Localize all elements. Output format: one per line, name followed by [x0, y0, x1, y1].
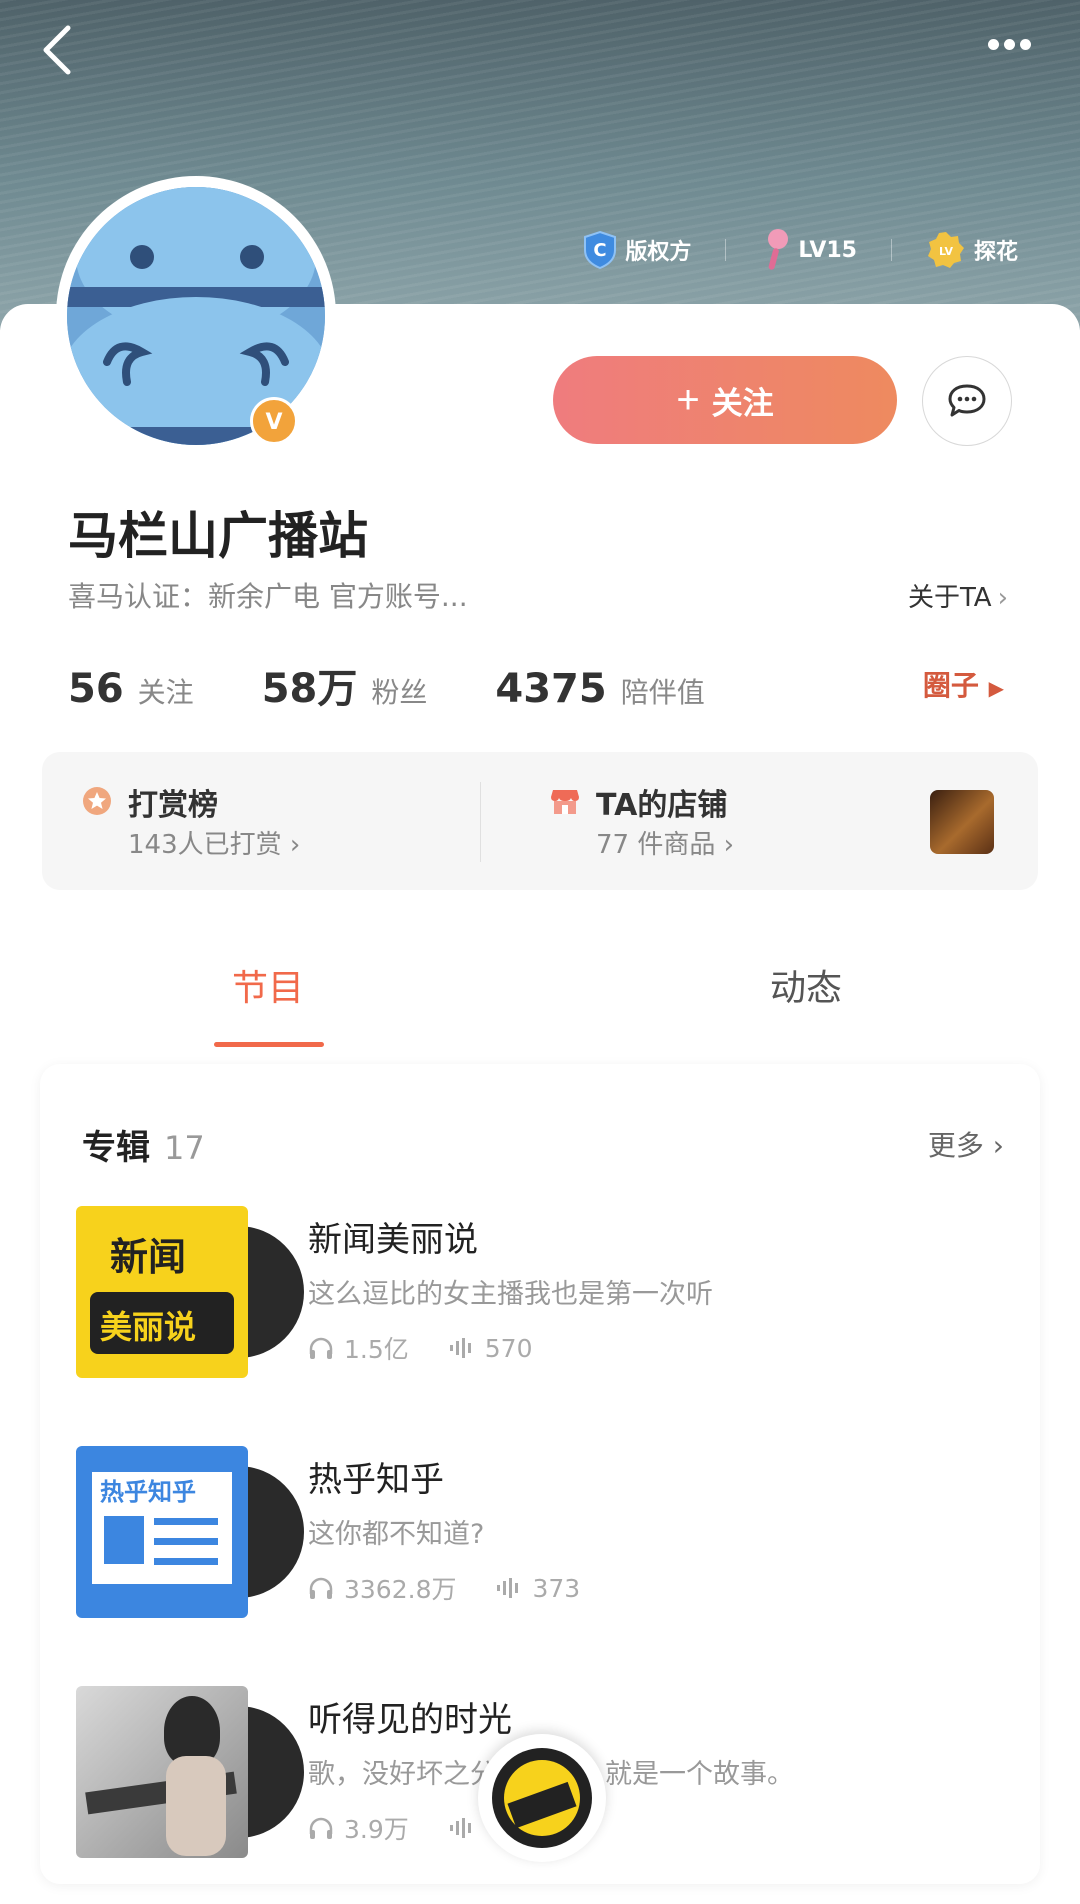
now-playing-cover [492, 1748, 592, 1848]
album-item[interactable]: 热乎知乎 热乎知乎 这你都不知道? 3362.8万 373 [76, 1446, 1006, 1626]
follow-button[interactable]: + 关注 [553, 356, 897, 444]
lv-medal-icon: LV [926, 230, 966, 270]
chevron-left-icon [43, 25, 71, 75]
svg-text:C: C [594, 240, 607, 261]
triangle-right-icon: ▶ [988, 676, 1004, 700]
following-stat[interactable]: 56 关注 [68, 666, 194, 712]
back-button[interactable] [38, 22, 78, 78]
albums-more-link[interactable]: 更多 › [928, 1124, 1004, 1164]
chevron-right-icon: › [289, 830, 301, 860]
headphones-icon [308, 1576, 334, 1600]
plus-icon: + [676, 377, 700, 422]
info-panel: 打赏榜 143人已打赏 › TA的店铺 77 件商品 › [42, 752, 1038, 890]
svg-text:LV: LV [939, 245, 953, 258]
tab-programs[interactable]: 节目 [232, 959, 304, 1011]
album-cover [76, 1686, 248, 1858]
rank-badge[interactable]: LV 探花 [926, 230, 1018, 270]
microphone-icon [760, 228, 790, 272]
star-badge-icon [82, 786, 112, 820]
album-cover: 新闻 美丽说 [76, 1206, 248, 1378]
message-button[interactable] [922, 356, 1012, 446]
verification-text: 喜马认证：新余广电 官方账号... [68, 580, 468, 613]
badge-divider [725, 239, 727, 261]
mini-player[interactable] [478, 1734, 606, 1862]
level-badge[interactable]: LV15 [760, 228, 857, 272]
badge-divider [890, 239, 892, 261]
album-cover: 热乎知乎 [76, 1446, 248, 1618]
shop-product-thumbnail[interactable] [930, 790, 994, 854]
dot-icon [988, 39, 999, 50]
companion-stat[interactable]: 4375 陪伴值 [495, 666, 704, 712]
verified-v-icon: V [250, 397, 298, 445]
circle-link[interactable]: 圈子 ▶ [923, 664, 1004, 704]
profile-name: 马栏山广播站 [68, 507, 368, 565]
profile-stats: 56 关注 58万 粉丝 4375 陪伴值 [68, 656, 773, 714]
svg-text:V: V [265, 410, 282, 435]
active-tab-indicator [214, 1042, 324, 1047]
audio-wave-icon [496, 1578, 522, 1598]
audio-wave-icon [449, 1818, 475, 1838]
dot-icon [1004, 39, 1015, 50]
albums-heading: 专辑 17 [82, 1128, 205, 1168]
audio-wave-icon [449, 1338, 475, 1358]
followers-stat[interactable]: 58万 粉丝 [262, 656, 428, 714]
tab-activity[interactable]: 动态 [770, 959, 842, 1011]
headphones-icon [308, 1816, 334, 1840]
chevron-right-icon: › [723, 830, 735, 860]
chevron-right-icon: › [992, 1129, 1004, 1162]
panel-divider [480, 782, 481, 862]
chat-bubble-icon [948, 384, 986, 417]
profile-tabs: 节目 动态 [0, 945, 1080, 1047]
chevron-right-icon: › [997, 583, 1008, 613]
headphones-icon [308, 1336, 334, 1360]
about-link[interactable]: 关于TA › [908, 577, 1008, 614]
profile-badges: C 版权方 LV15 LV 探花 [583, 228, 1018, 272]
copyright-shield-icon: C [583, 230, 617, 270]
album-item[interactable]: 新闻 美丽说 新闻美丽说 这么逗比的女主播我也是第一次听 1.5亿 570 [76, 1206, 1006, 1386]
more-options-button[interactable] [988, 30, 1040, 60]
store-icon [550, 786, 580, 820]
dot-icon [1020, 39, 1031, 50]
copyright-badge[interactable]: C 版权方 [583, 230, 691, 270]
